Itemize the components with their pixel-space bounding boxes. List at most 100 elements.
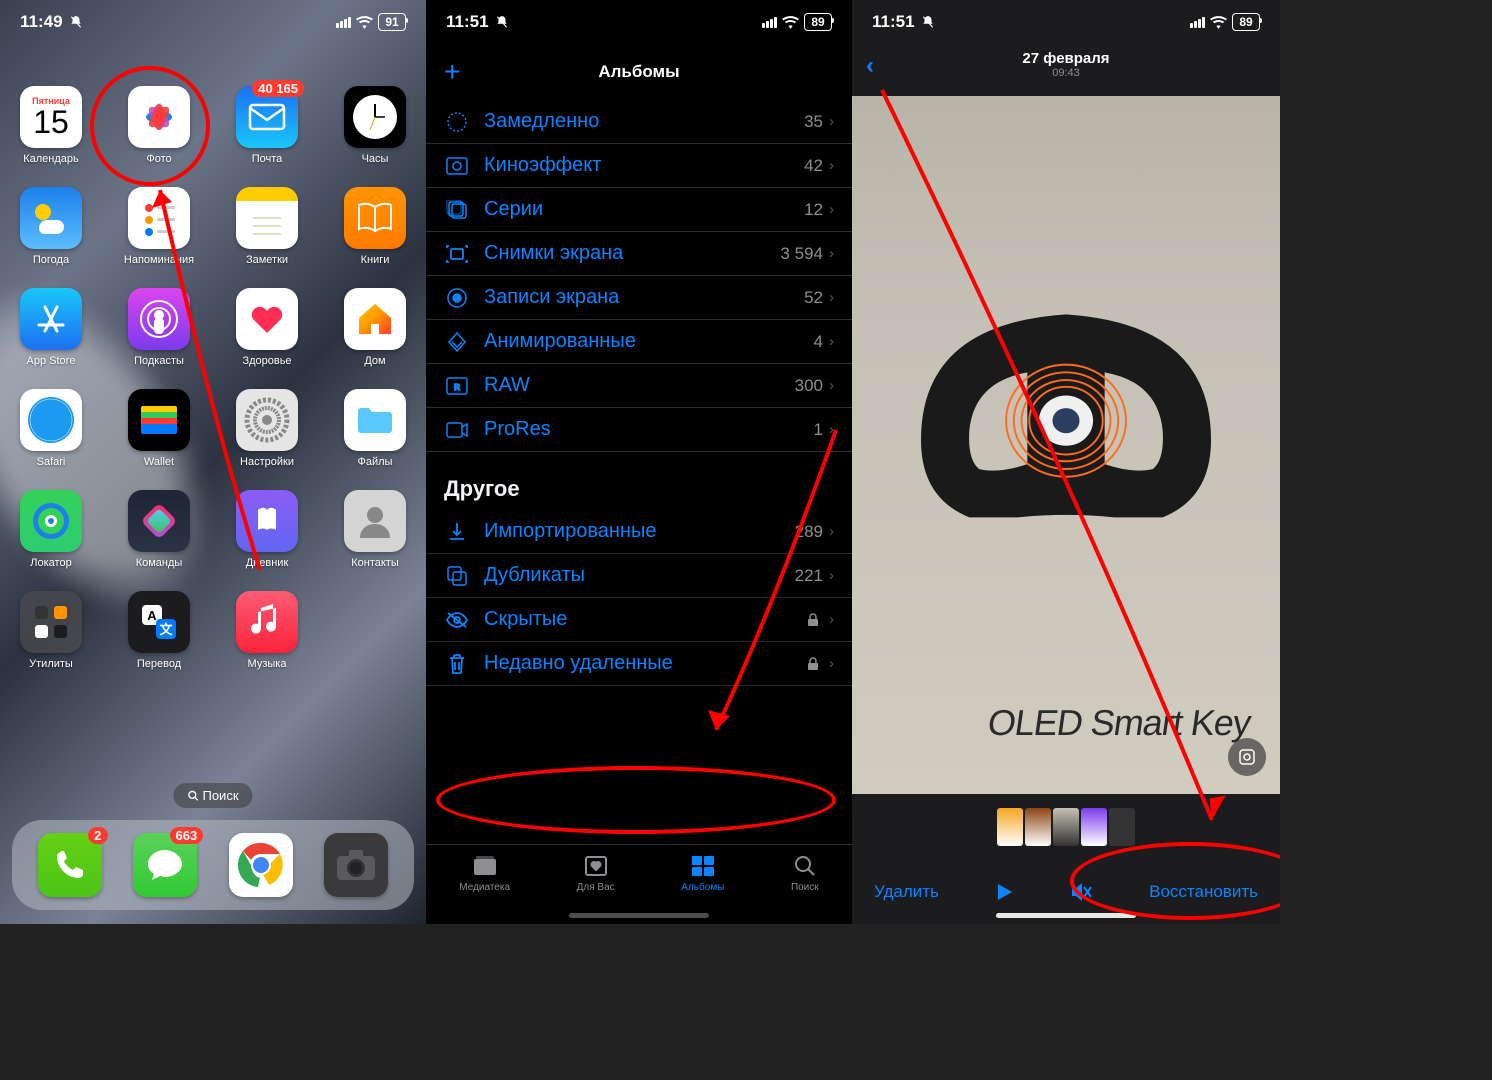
album-row-media-2[interactable]: Серии 12 › <box>426 188 852 232</box>
album-count: 3 594 <box>780 244 823 264</box>
album-label: Импортированные <box>484 520 795 543</box>
app-grid: Пятница15Календарь Фото 40 165Почта Часы… <box>0 86 426 692</box>
app-settings[interactable]: Настройки <box>232 389 302 468</box>
app-books[interactable]: Книги <box>340 187 410 266</box>
slowmo-icon <box>444 111 470 133</box>
album-row-media-6[interactable]: R RAW 300 › <box>426 364 852 408</box>
restore-button[interactable]: Восстановить <box>1149 882 1258 902</box>
app-health[interactable]: Здоровье <box>232 288 302 367</box>
tab-search[interactable]: Поиск <box>791 853 819 893</box>
status-time: 11:51 <box>446 12 489 32</box>
dock-chrome[interactable] <box>229 833 293 897</box>
chevron-right-icon: › <box>829 157 834 174</box>
lens-icon <box>1237 747 1257 767</box>
nav-header: + Альбомы <box>426 50 852 94</box>
chevron-right-icon: › <box>829 421 834 438</box>
app-reminders[interactable]: Напоминания <box>124 187 194 266</box>
thumbnail-strip[interactable] <box>997 808 1135 846</box>
app-weather[interactable]: Погода <box>16 187 86 266</box>
album-row-other-2[interactable]: Скрытые › <box>426 598 852 642</box>
wifi-icon <box>1210 16 1227 29</box>
cinematic-icon <box>444 157 470 175</box>
spotlight-search[interactable]: Поиск <box>173 783 252 808</box>
app-notes[interactable]: Заметки <box>232 187 302 266</box>
app-findmy[interactable]: Локатор <box>16 490 86 569</box>
app-home[interactable]: Дом <box>340 288 410 367</box>
app-wallet[interactable]: Wallet <box>124 389 194 468</box>
tab-library[interactable]: Медиатека <box>459 853 510 893</box>
dock-phone[interactable]: 2 <box>38 833 102 897</box>
app-music[interactable]: Музыка <box>232 591 302 670</box>
album-count: 42 <box>804 156 823 176</box>
chevron-right-icon: › <box>829 333 834 350</box>
signal-icon <box>1190 17 1205 28</box>
thumbnail[interactable] <box>1081 808 1107 846</box>
dock: 2 663 <box>12 820 414 910</box>
app-utilities-folder[interactable]: Утилиты <box>16 591 86 670</box>
photo-header: ‹ 27 февраля 09:43 <box>852 50 1280 79</box>
album-label: Снимки экрана <box>484 242 780 265</box>
album-count: 300 <box>795 376 823 396</box>
app-translate[interactable]: A文Перевод <box>124 591 194 670</box>
signal-icon <box>762 17 777 28</box>
photo-viewer[interactable]: OLED Smart Key <box>852 96 1280 794</box>
visual-lookup-button[interactable] <box>1228 738 1266 776</box>
dock-camera[interactable] <box>324 833 388 897</box>
album-label: RAW <box>484 374 795 397</box>
app-calendar[interactable]: Пятница15Календарь <box>16 86 86 165</box>
status-bar: 11:49 91 <box>0 0 426 44</box>
album-row-media-0[interactable]: Замедленно 35 › <box>426 100 852 144</box>
album-label: Недавно удаленные <box>484 652 807 675</box>
home-indicator[interactable] <box>569 913 709 918</box>
dock-messages[interactable]: 663 <box>133 833 197 897</box>
add-album-button[interactable]: + <box>444 56 460 88</box>
album-row-media-4[interactable]: Записи экрана 52 › <box>426 276 852 320</box>
tab-bar: Медиатека Для Вас Альбомы Поиск <box>426 844 852 924</box>
app-contacts[interactable]: Контакты <box>340 490 410 569</box>
home-indicator[interactable] <box>996 913 1136 918</box>
album-row-other-3[interactable]: Недавно удаленные › <box>426 642 852 686</box>
app-safari[interactable]: Safari <box>16 389 86 468</box>
back-button[interactable]: ‹ <box>866 52 874 80</box>
header-title: Альбомы <box>598 62 679 82</box>
album-label: Киноэффект <box>484 154 804 177</box>
burst-icon <box>444 200 470 220</box>
app-journal[interactable]: Дневник <box>232 490 302 569</box>
app-podcasts[interactable]: Подкасты <box>124 288 194 367</box>
wifi-icon <box>782 16 799 29</box>
album-row-other-0[interactable]: Импортированные 289 › <box>426 510 852 554</box>
album-row-other-1[interactable]: Дубликаты 221 › <box>426 554 852 598</box>
album-row-media-3[interactable]: Снимки экрана 3 594 › <box>426 232 852 276</box>
album-count: 1 <box>814 420 823 440</box>
thumbnail[interactable] <box>1053 808 1079 846</box>
album-label: Замедленно <box>484 110 804 133</box>
album-row-media-1[interactable]: Киноэффект 42 › <box>426 144 852 188</box>
photo-toolbar: Удалить Восстановить <box>852 882 1280 902</box>
app-appstore[interactable]: App Store <box>16 288 86 367</box>
status-bar: 11:51 89 <box>852 0 1280 44</box>
delete-button[interactable]: Удалить <box>874 882 939 902</box>
album-count: 12 <box>804 200 823 220</box>
albums-list[interactable]: Замедленно 35 › Киноэффект 42 › Серии 12… <box>426 100 852 844</box>
app-files[interactable]: Файлы <box>340 389 410 468</box>
album-row-media-5[interactable]: Анимированные 4 › <box>426 320 852 364</box>
thumbnail[interactable] <box>1025 808 1051 846</box>
thumbnail[interactable] <box>1109 808 1135 846</box>
play-button[interactable] <box>996 882 1014 902</box>
mute-button[interactable] <box>1070 882 1092 902</box>
album-row-media-7[interactable]: ProRes 1 › <box>426 408 852 452</box>
app-clock[interactable]: Часы <box>340 86 410 165</box>
chevron-right-icon: › <box>829 567 834 584</box>
raw-icon: R <box>444 377 470 395</box>
battery-icon: 89 <box>1232 13 1260 31</box>
thumbnail[interactable] <box>997 808 1023 846</box>
chevron-right-icon: › <box>829 289 834 306</box>
app-mail[interactable]: 40 165Почта <box>232 86 302 165</box>
app-photos[interactable]: Фото <box>124 86 194 165</box>
signal-icon <box>336 17 351 28</box>
tab-albums[interactable]: Альбомы <box>681 853 724 893</box>
heart-icon <box>584 853 608 879</box>
app-shortcuts[interactable]: Команды <box>124 490 194 569</box>
tab-foryou[interactable]: Для Вас <box>577 853 615 893</box>
search-icon <box>794 853 816 879</box>
